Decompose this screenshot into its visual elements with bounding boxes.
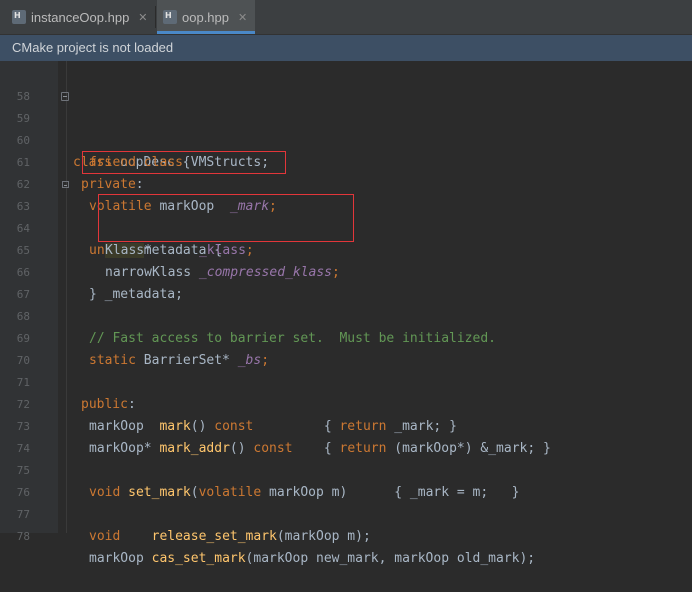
tab-instanceoop-hpp[interactable]: H instanceOop.hpp ✕ [12,0,148,34]
tab-separator [155,6,156,28]
highlight-box-metadata [98,194,354,242]
function-name: release_set_mark [151,529,277,544]
type-name: markOop [89,551,152,566]
code-line: 67 [0,262,692,301]
close-icon[interactable]: ✕ [138,11,147,24]
h-file-icon: H [12,10,26,24]
code-line: 63 union _metadata { [0,174,692,258]
function-name: cas_set_mark [151,551,246,566]
code-line: 75 void set_mark(volatile markOop m) { _… [0,438,692,500]
fold-toggle-icon[interactable] [61,92,69,101]
close-icon[interactable]: ✕ [238,11,247,24]
code-line: 60 friend class VMStructs; [0,108,692,170]
code-editor[interactable]: 58 59 class oopDesc { 60 friend class VM… [0,61,692,566]
tab-oop-hpp[interactable]: H oop.hpp ✕ [157,0,256,34]
banner-text: CMake project is not loaded [12,40,174,55]
identifier: (markOop m); [276,529,371,544]
cmake-notification-banner: CMake project is not loaded [0,35,692,61]
code-line: 71 public: [0,350,692,412]
highlight-box-mark [82,151,286,174]
keyword: void [89,529,121,544]
tab-label: instanceOop.hpp [31,9,130,25]
code-text: markOop cas_set_mark(markOop new_mark, m… [89,548,535,570]
code-line: 77 void release_set_mark(markOop m); [0,482,692,544]
identifier: (markOop new_mark, markOop old_mark); [245,551,536,566]
code-line: 76 [0,460,692,499]
editor-tab-bar: H instanceOop.hpp ✕ H oop.hpp ✕ [0,0,692,35]
line-number: 78 [16,530,30,543]
tab-label: oop.hpp [182,9,229,25]
code-line: 78 markOop cas_set_mark(markOop new_mark… [0,504,692,566]
code-line: 69 static BarrierSet* _bs; [0,306,692,368]
code-line: 58 [0,64,692,103]
code-line: 68 // Fast access to barrier set. Must b… [0,284,692,346]
code-text: void release_set_mark(markOop m); [89,526,371,548]
code-line: 66 } _metadata; [0,240,692,302]
code-line: 70 [0,328,692,367]
code-line: 73 markOop* mark_addr() const { return (… [0,394,692,456]
h-file-icon: H [163,10,177,24]
fold-toggle-icon[interactable] [62,181,69,188]
code-line: 72 markOop mark() const { return _mark; … [0,372,692,434]
code-line: 61 private: [0,130,692,192]
code-line: 59 class oopDesc { [0,86,692,170]
code-line: 74 [0,416,692,455]
